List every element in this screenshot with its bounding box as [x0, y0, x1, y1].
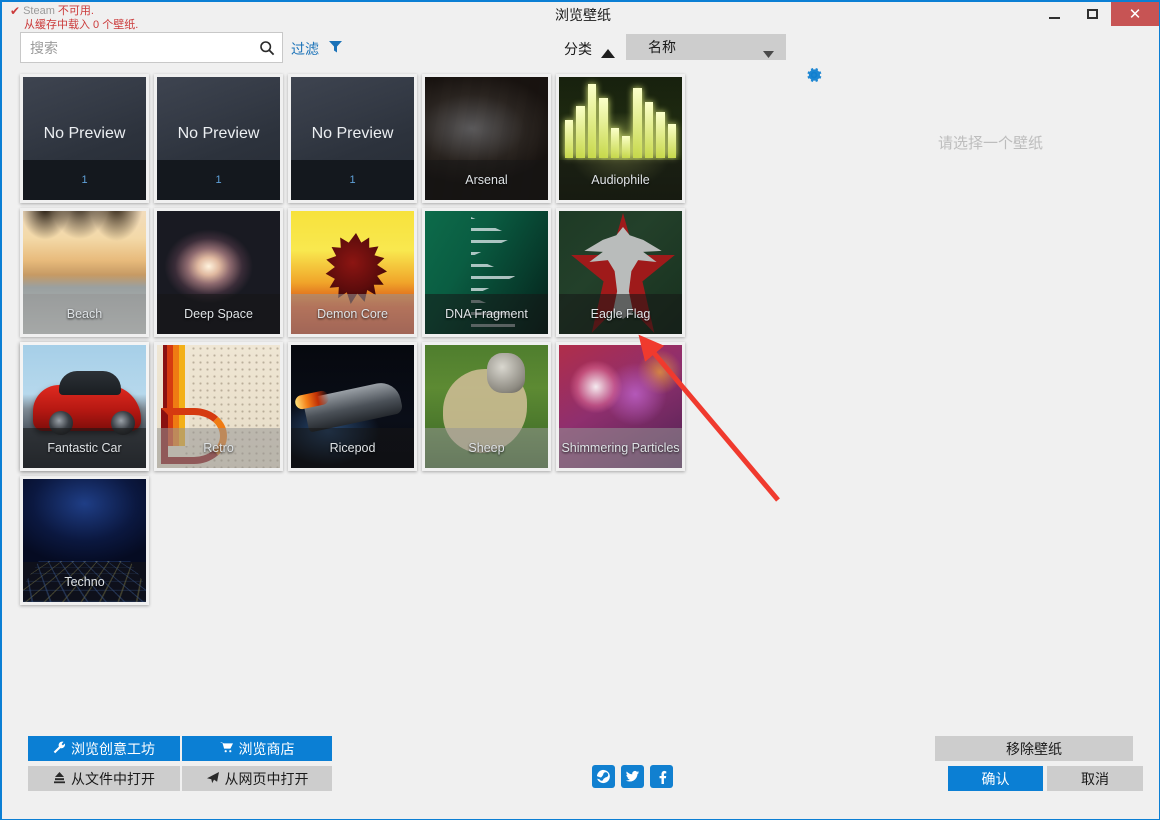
wallpaper-tile[interactable]: Ricepod	[288, 342, 417, 471]
check-icon: ✔	[10, 6, 20, 17]
upload-icon	[53, 771, 66, 786]
browse-workshop-button[interactable]: 浏览创意工坊	[28, 736, 180, 761]
tile-caption: Techno	[23, 562, 146, 602]
tile-caption: Ricepod	[291, 428, 414, 468]
tile-caption: DNA Fragment	[425, 294, 548, 334]
facebook-icon[interactable]	[650, 765, 673, 788]
wallpaper-tile[interactable]: Sheep	[422, 342, 551, 471]
wallpaper-tile[interactable]: Beach	[20, 208, 149, 337]
filter-button[interactable]: 过滤	[291, 39, 319, 59]
chevron-down-icon	[763, 45, 774, 63]
tile-no-preview-label: No Preview	[23, 125, 146, 143]
wallpaper-tile[interactable]: Fantastic Car	[20, 342, 149, 471]
sort-dropdown[interactable]: 名称	[626, 34, 786, 60]
steam-icon[interactable]	[592, 765, 615, 788]
wallpaper-tile[interactable]: No Preview 1	[288, 74, 417, 203]
steam-status-word: Steam	[23, 4, 55, 18]
tile-caption: Deep Space	[157, 294, 280, 334]
social-links	[592, 765, 673, 788]
triangle-up-icon[interactable]	[601, 45, 615, 63]
tile-caption: 1	[349, 174, 355, 186]
remove-wallpaper-button[interactable]: 移除壁纸	[935, 736, 1133, 761]
tile-no-preview-label: No Preview	[157, 125, 280, 143]
wallpaper-tile[interactable]: No Preview 1	[154, 74, 283, 203]
tile-caption: 1	[215, 174, 221, 186]
arrow-link-icon	[206, 771, 220, 786]
wallpaper-tile[interactable]: Shimmering Particles	[556, 342, 685, 471]
cart-icon	[220, 741, 234, 756]
tile-caption: Fantastic Car	[23, 428, 146, 468]
preview-placeholder: 请选择一个壁纸	[824, 132, 1157, 153]
wrench-icon	[53, 741, 66, 756]
minimize-button[interactable]	[1035, 2, 1073, 26]
tile-caption-bar: 1	[23, 160, 146, 200]
steam-status: ✔ Steam 不可用. 从缓存中载入 0 个壁纸.	[10, 4, 340, 32]
wallpaper-grid: No Preview 1 No Preview 1 No Preview 1 Arsenal…	[20, 74, 816, 605]
maximize-button[interactable]	[1073, 2, 1111, 26]
tile-no-preview-label: No Preview	[291, 125, 414, 143]
browse-workshop-label: 浏览创意工坊	[71, 739, 155, 759]
wallpaper-tile[interactable]: No Preview 1	[20, 74, 149, 203]
wallpaper-tile[interactable]: DNA Fragment	[422, 208, 551, 337]
window-controls: ✕	[1035, 2, 1159, 26]
tile-caption: Shimmering Particles	[559, 428, 682, 468]
browse-wallpapers-window: 浏览壁纸 ✕ ✔ Steam 不可用. 从缓存中载入 0 个壁纸.	[0, 0, 1160, 820]
search-input[interactable]	[21, 40, 252, 56]
wallpaper-tile[interactable]: Demon Core	[288, 208, 417, 337]
tile-caption: Demon Core	[291, 294, 414, 334]
cancel-label: 取消	[1081, 769, 1109, 789]
search-icon[interactable]	[252, 40, 282, 56]
preview-pane: 请选择一个壁纸	[824, 74, 1157, 709]
close-button[interactable]: ✕	[1111, 2, 1159, 26]
wallpaper-tile[interactable]: Arsenal	[422, 74, 551, 203]
wallpaper-tile[interactable]: Audiophile	[556, 74, 685, 203]
search-box[interactable]	[20, 32, 283, 63]
wallpaper-tile[interactable]: Deep Space	[154, 208, 283, 337]
wallpaper-tile[interactable]: Retro	[154, 342, 283, 471]
bottom-bar: 浏览创意工坊 浏览商店 从文件中打开 从网页中打开	[2, 719, 1159, 819]
steam-status-state: 不可用.	[58, 4, 94, 18]
sort-dropdown-value: 名称	[626, 37, 676, 57]
toolbar: 过滤 分类 名称	[2, 30, 1159, 66]
tile-caption: Sheep	[425, 428, 548, 468]
minimize-icon	[1049, 17, 1060, 19]
remove-wallpaper-label: 移除壁纸	[1006, 739, 1062, 759]
window-title: 浏览壁纸	[555, 5, 611, 25]
tile-caption: Arsenal	[425, 160, 548, 200]
browse-store-button[interactable]: 浏览商店	[182, 736, 332, 761]
open-from-web-label: 从网页中打开	[225, 769, 309, 789]
tile-caption: Eagle Flag	[559, 294, 682, 334]
sort-label: 分类	[564, 39, 592, 59]
tile-caption: Beach	[23, 294, 146, 334]
browse-store-label: 浏览商店	[239, 739, 295, 759]
tile-caption: 1	[81, 174, 87, 186]
close-icon: ✕	[1129, 7, 1142, 22]
wallpaper-tile[interactable]: Techno	[20, 476, 149, 605]
tile-caption-bar: 1	[291, 160, 414, 200]
funnel-icon[interactable]	[328, 39, 343, 59]
cancel-button[interactable]: 取消	[1047, 766, 1143, 791]
twitter-icon[interactable]	[621, 765, 644, 788]
confirm-button[interactable]: 确认	[948, 766, 1043, 791]
tile-caption-bar: 1	[157, 160, 280, 200]
tile-caption: Audiophile	[559, 160, 682, 200]
open-from-web-button[interactable]: 从网页中打开	[182, 766, 332, 791]
wallpaper-tile[interactable]: Eagle Flag	[556, 208, 685, 337]
open-from-file-button[interactable]: 从文件中打开	[28, 766, 180, 791]
tile-caption: Retro	[157, 428, 280, 468]
confirm-label: 确认	[982, 769, 1010, 789]
open-from-file-label: 从文件中打开	[71, 769, 155, 789]
maximize-icon	[1087, 9, 1098, 19]
